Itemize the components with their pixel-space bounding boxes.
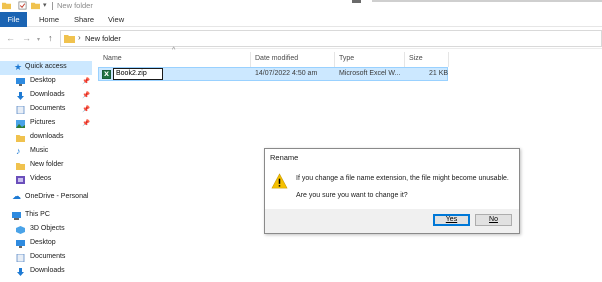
column-divider[interactable] bbox=[250, 52, 251, 67]
rename-input[interactable]: Book2.zip bbox=[113, 68, 163, 80]
back-arrow-icon[interactable]: ← bbox=[6, 33, 15, 43]
folder-icon bbox=[2, 2, 11, 10]
nav-item-desktop[interactable]: Desktop 📌 bbox=[0, 75, 92, 89]
window-title: New folder bbox=[57, 1, 93, 10]
nav-item-3d-objects[interactable]: 3D Objects bbox=[0, 223, 92, 237]
nav-label: Quick access bbox=[25, 63, 67, 70]
yes-button-label: Yes bbox=[445, 216, 458, 223]
file-size: 21 KB bbox=[429, 70, 449, 77]
nav-label: Pictures bbox=[30, 119, 56, 126]
tab-share[interactable]: Share bbox=[74, 12, 94, 27]
downloads-icon bbox=[17, 268, 24, 276]
documents-icon bbox=[16, 254, 25, 262]
folder-icon bbox=[16, 135, 25, 142]
nav-quick-access[interactable]: ★ Quick access bbox=[0, 61, 92, 75]
properties-icon[interactable] bbox=[18, 1, 27, 10]
videos-icon bbox=[16, 176, 25, 184]
title-separator bbox=[52, 2, 53, 10]
title-bar: ▾ New folder bbox=[0, 0, 602, 12]
nav-label: Downloads bbox=[30, 267, 65, 274]
nav-this-pc[interactable]: This PC bbox=[0, 209, 92, 223]
star-icon: ★ bbox=[14, 62, 23, 72]
dialog-button-bar: Yes No bbox=[265, 209, 519, 233]
nav-item-pc-desktop[interactable]: Desktop bbox=[0, 237, 92, 251]
nav-label: Desktop bbox=[30, 239, 56, 246]
rename-dialog: Rename If you change a file name extensi… bbox=[264, 148, 520, 234]
nav-label: downloads bbox=[30, 133, 64, 140]
forward-arrow-icon[interactable]: → bbox=[22, 33, 31, 43]
column-header-type[interactable]: Type bbox=[339, 52, 354, 66]
tab-home[interactable]: Home bbox=[39, 12, 59, 27]
file-row[interactable]: Book2.zip 14/07/2022 4:50 am Microsoft E… bbox=[98, 67, 448, 81]
address-row: ← → ▾ ↑ › New folder bbox=[0, 28, 602, 49]
new-folder-icon[interactable] bbox=[31, 1, 40, 10]
nav-item-music[interactable]: ♪ Music bbox=[0, 145, 92, 159]
excel-file-icon bbox=[102, 70, 111, 79]
nav-label: Desktop bbox=[30, 77, 56, 84]
pin-icon[interactable]: 📌 bbox=[82, 91, 90, 99]
dialog-question: Are you sure you want to change it? bbox=[296, 192, 408, 199]
window-control-fragment bbox=[352, 0, 361, 3]
nav-item-pictures[interactable]: Pictures 📌 bbox=[0, 117, 92, 131]
recent-locations-chevron-icon[interactable]: ▾ bbox=[37, 35, 40, 45]
nav-label: Documents bbox=[30, 105, 66, 112]
nav-label: Music bbox=[30, 147, 49, 154]
file-type: Microsoft Excel W... bbox=[339, 70, 401, 77]
nav-label: Documents bbox=[30, 253, 66, 260]
nav-item-pc-documents[interactable]: Documents bbox=[0, 251, 92, 265]
documents-icon bbox=[16, 106, 25, 114]
tab-file[interactable]: File bbox=[0, 12, 27, 27]
nav-label: 3D Objects bbox=[30, 225, 65, 232]
dialog-title: Rename bbox=[270, 153, 299, 162]
computer-icon bbox=[12, 212, 21, 220]
pin-icon[interactable]: 📌 bbox=[82, 77, 90, 85]
column-divider[interactable] bbox=[404, 52, 405, 67]
dialog-message: If you change a file name extension, the… bbox=[296, 175, 509, 182]
nav-label: Videos bbox=[30, 175, 52, 182]
nav-item-downloads[interactable]: Downloads 📌 bbox=[0, 89, 92, 103]
desktop-icon bbox=[16, 78, 25, 86]
ribbon-tabs: File Home Share View bbox=[0, 12, 602, 27]
folder-icon bbox=[64, 35, 75, 43]
column-header-name[interactable]: Name bbox=[103, 52, 122, 66]
address-bar[interactable]: › New folder bbox=[60, 30, 602, 47]
breadcrumb-chevron-icon[interactable]: › bbox=[78, 33, 81, 42]
3d-objects-icon bbox=[16, 226, 25, 234]
pin-icon[interactable]: 📌 bbox=[82, 105, 90, 113]
file-date-modified: 14/07/2022 4:50 am bbox=[255, 70, 318, 77]
pictures-icon bbox=[16, 120, 25, 128]
no-button[interactable]: No bbox=[475, 214, 512, 226]
nav-item-videos[interactable]: Videos bbox=[0, 173, 92, 187]
pin-icon[interactable]: 📌 bbox=[82, 119, 90, 127]
sort-arrow-icon: ^ bbox=[172, 47, 176, 54]
nav-item-documents[interactable]: Documents 📌 bbox=[0, 103, 92, 117]
column-header-size[interactable]: Size bbox=[409, 52, 423, 66]
column-divider[interactable] bbox=[334, 52, 335, 67]
customize-toolbar-chevron-icon[interactable]: ▾ bbox=[43, 1, 47, 9]
nav-item-downloads-folder[interactable]: downloads bbox=[0, 131, 92, 145]
tab-view[interactable]: View bbox=[108, 12, 124, 27]
up-arrow-icon[interactable]: ↑ bbox=[48, 33, 53, 43]
window-control-strip bbox=[372, 0, 602, 2]
warning-icon bbox=[271, 173, 288, 189]
breadcrumb-new-folder[interactable]: New folder bbox=[85, 34, 121, 43]
music-icon: ♪ bbox=[16, 146, 21, 156]
nav-item-pc-downloads[interactable]: Downloads bbox=[0, 265, 92, 279]
nav-label: New folder bbox=[30, 161, 64, 168]
column-header-date-modified[interactable]: Date modified bbox=[255, 52, 298, 66]
cloud-icon: ☁ bbox=[12, 191, 21, 201]
nav-onedrive[interactable]: ☁ OneDrive - Personal bbox=[0, 191, 92, 205]
no-button-label: No bbox=[489, 216, 498, 223]
navigation-pane: ★ Quick access Desktop 📌 Downloads 📌 Doc… bbox=[0, 50, 92, 282]
downloads-icon bbox=[17, 92, 24, 100]
nav-label: Downloads bbox=[30, 91, 65, 98]
nav-label: This PC bbox=[25, 211, 50, 218]
nav-item-new-folder[interactable]: New folder bbox=[0, 159, 92, 173]
folder-icon bbox=[16, 163, 25, 170]
yes-button[interactable]: Yes bbox=[433, 214, 470, 226]
desktop-icon bbox=[16, 240, 25, 248]
nav-label: OneDrive - Personal bbox=[25, 193, 89, 200]
column-divider[interactable] bbox=[448, 52, 449, 67]
